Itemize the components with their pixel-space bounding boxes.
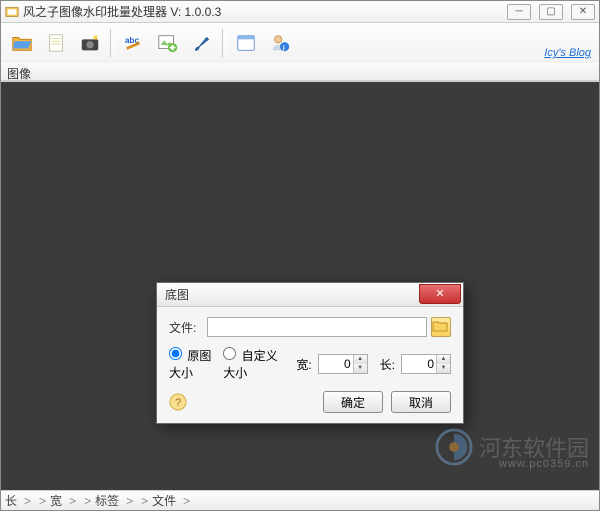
height-input[interactable] [402,355,436,373]
user-info-icon: i [269,32,291,54]
dialog-title: 底图 [165,286,419,303]
status-file: 文件 [152,492,176,509]
titlebar: 风之子图像水印批量处理器 V: 1.0.0.3 ─ ▢ ✕ [1,1,599,23]
camera-icon [79,32,101,54]
height-spinner[interactable]: ▲▼ [401,354,451,374]
text-tool-button[interactable]: abc [119,28,149,58]
window-controls: ─ ▢ ✕ [507,4,595,20]
minimize-button[interactable]: ─ [507,4,531,20]
preview-button[interactable] [231,28,261,58]
toolbar: abc i Icy's Blog [1,23,599,63]
brush-icon [191,32,213,54]
dialog-close-button[interactable]: ✕ [419,284,461,304]
maximize-button[interactable]: ▢ [539,4,563,20]
dialog-titlebar: 底图 ✕ [157,283,463,307]
main-window: 风之子图像水印批量处理器 V: 1.0.0.3 ─ ▢ ✕ abc [0,0,600,511]
help-icon[interactable]: ? [169,393,187,411]
app-icon [5,5,19,19]
height-up[interactable]: ▲ [437,355,450,364]
close-button[interactable]: ✕ [571,4,595,20]
cancel-button[interactable]: 取消 [391,391,451,413]
open-folder-button[interactable] [7,28,37,58]
size-row: 原图大小 自定义大小 宽: ▲▼ 长: ▲▼ [169,347,451,381]
height-down[interactable]: ▼ [437,364,450,373]
camera-button[interactable] [75,28,105,58]
base-image-dialog: 底图 ✕ 文件: 原图大小 自定义大小 宽: ▲▼ [156,282,464,424]
watermark-logo-icon [435,428,473,466]
width-label: 宽: [296,356,311,373]
about-button[interactable]: i [265,28,295,58]
toolbar-separator [222,29,226,57]
file-row: 文件: [169,317,451,337]
statusbar: 长> > 宽> > 标签> > 文件> [1,490,599,510]
site-watermark: 河东软件园 www.pc0359.cn [435,428,589,466]
svg-text:?: ? [175,397,181,409]
radio-original-size[interactable]: 原图大小 [169,347,217,381]
folder-open-icon [11,32,33,54]
status-width: 宽 [50,492,62,509]
canvas-area: 底图 ✕ 文件: 原图大小 自定义大小 宽: ▲▼ [1,82,599,490]
dialog-button-row: ? 确定 取消 [169,391,451,413]
toolbar-area: abc i Icy's Blog 图像 [1,23,599,82]
brush-button[interactable] [187,28,217,58]
image-add-button[interactable] [153,28,183,58]
toolbar-separator [110,29,114,57]
height-label: 长: [380,356,395,373]
new-page-button[interactable] [41,28,71,58]
ok-button[interactable]: 确定 [323,391,383,413]
width-input[interactable] [319,355,353,373]
width-down[interactable]: ▼ [354,364,367,373]
svg-text:i: i [283,43,285,52]
status-height: 长 [5,492,17,509]
image-plus-icon [157,32,179,54]
window-title: 风之子图像水印批量处理器 V: 1.0.0.3 [23,3,507,20]
window-icon [235,32,257,54]
width-spinner[interactable]: ▲▼ [318,354,368,374]
browse-button[interactable] [431,317,451,337]
section-header: 图像 [1,63,599,81]
status-tag: 标签 [95,492,119,509]
page-icon [45,32,67,54]
radio-custom-size[interactable]: 自定义大小 [223,347,280,381]
width-up[interactable]: ▲ [354,355,367,364]
dialog-body: 文件: 原图大小 自定义大小 宽: ▲▼ 长: [157,307,463,423]
folder-icon [432,318,448,334]
file-label: 文件: [169,319,207,336]
file-input[interactable] [207,317,427,337]
text-abc-icon: abc [123,32,145,54]
blog-link[interactable]: Icy's Blog [544,47,591,59]
